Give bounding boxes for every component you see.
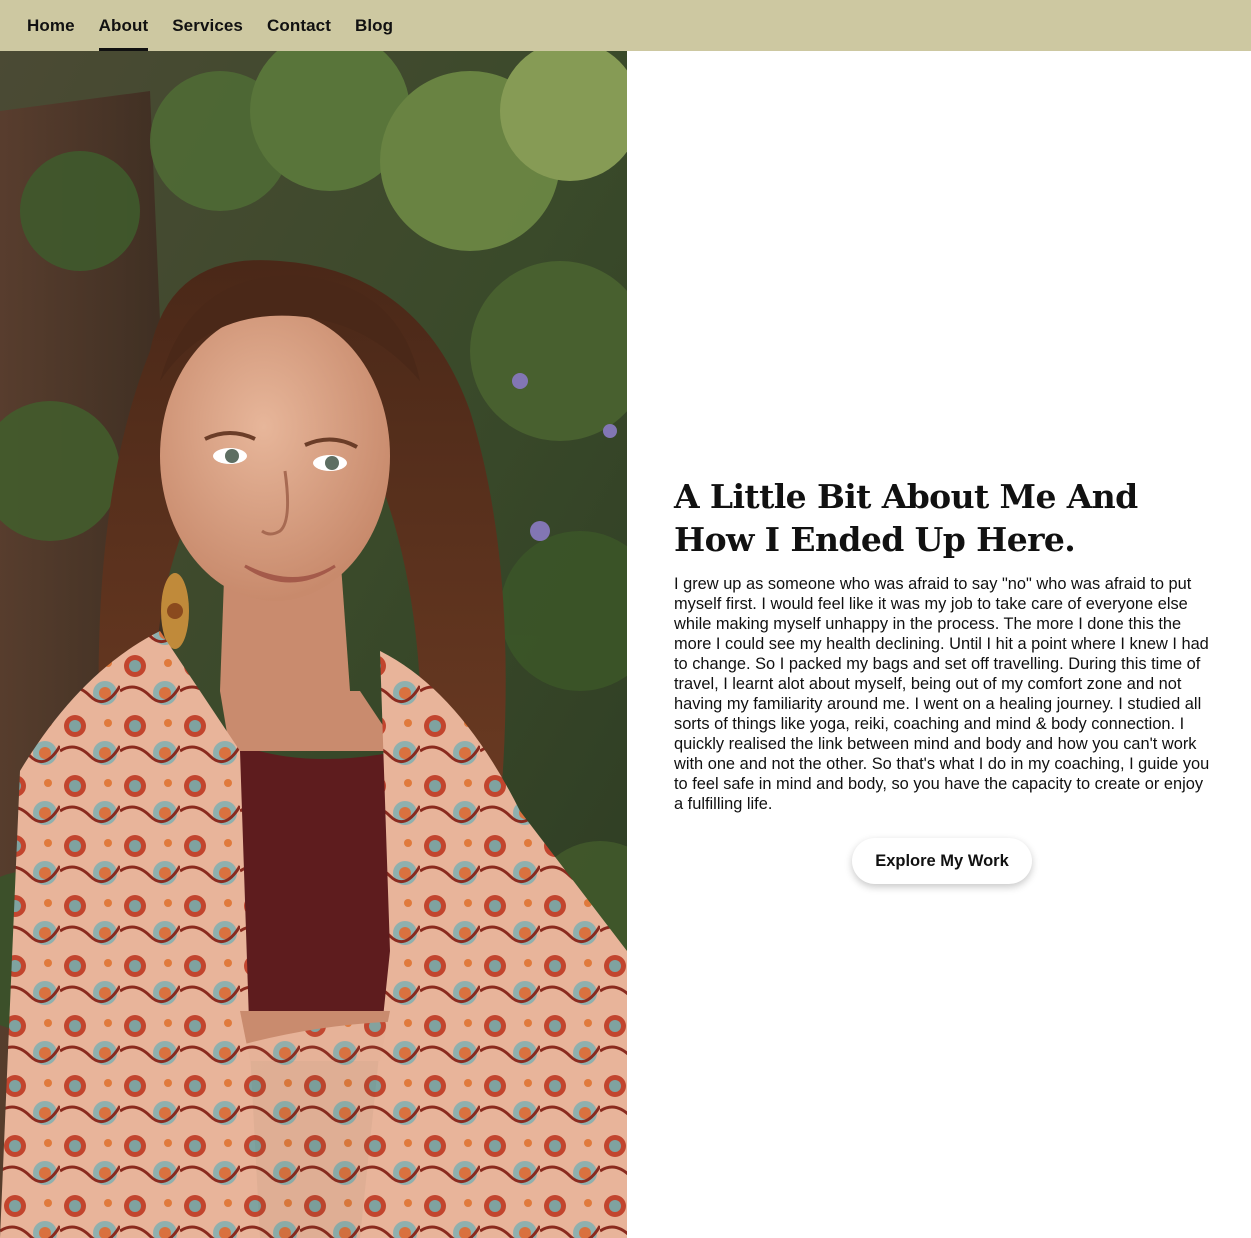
about-section: A Little Bit About Me And How I Ended Up… (627, 51, 1251, 1238)
nav-item-about[interactable]: About (87, 0, 161, 51)
explore-my-work-button[interactable]: Explore My Work (852, 838, 1032, 884)
portrait-illustration (0, 51, 627, 1238)
about-body: I grew up as someone who was afraid to s… (674, 575, 1210, 813)
nav-item-home[interactable]: Home (15, 0, 87, 51)
nav-item-blog[interactable]: Blog (343, 0, 405, 51)
nav-item-services[interactable]: Services (160, 0, 255, 51)
nav-item-contact[interactable]: Contact (255, 0, 343, 51)
about-title: A Little Bit About Me And How I Ended Up… (674, 477, 1138, 559)
main-nav: Home About Services Contact Blog (0, 0, 1251, 51)
portrait-photo (0, 51, 627, 1238)
